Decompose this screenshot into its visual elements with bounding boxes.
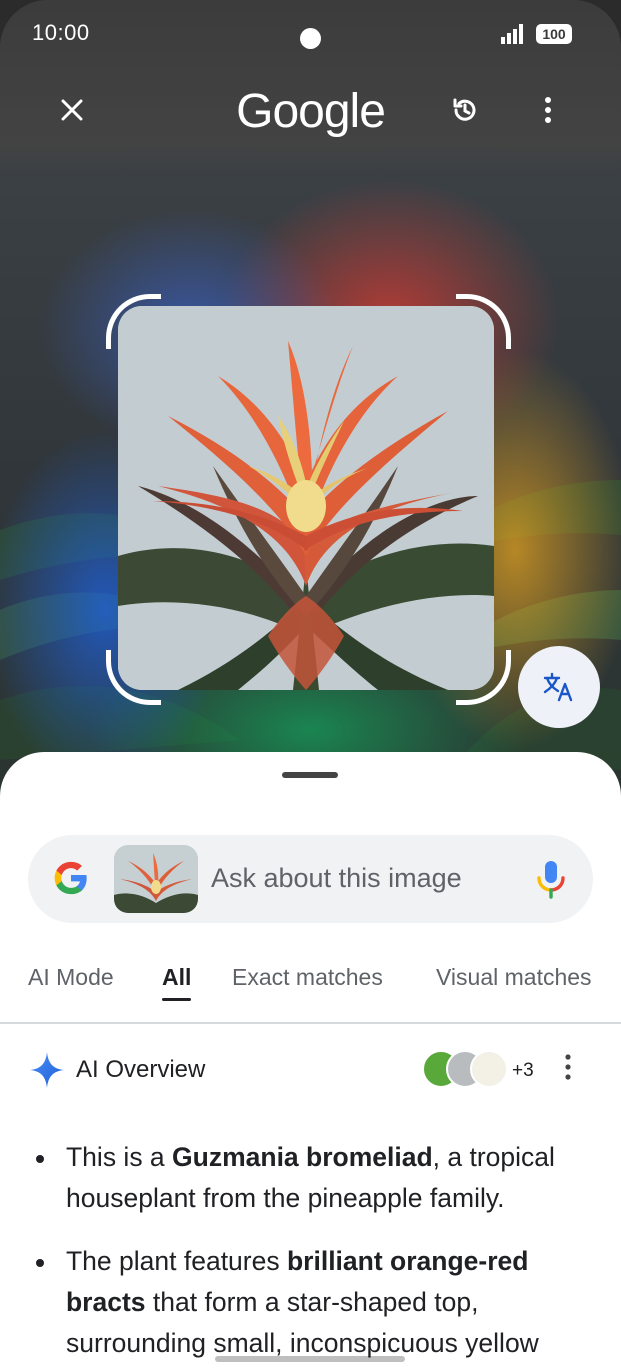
bromeliad-thumbnail-image [114, 845, 198, 913]
translate-icon [543, 672, 573, 702]
ai-overview-title: AI Overview [76, 1056, 206, 1083]
status-bar: 10:00 100 [0, 0, 621, 70]
phone-screen: 10:00 100 Google Ask about this image AI… [0, 0, 621, 1368]
active-tab-indicator [162, 998, 191, 1001]
google-logo: Google [236, 85, 386, 138]
sources-count[interactable]: +3 [512, 1060, 534, 1082]
tab-ai-mode[interactable]: AI Mode [28, 964, 114, 991]
list-item: The plant features brilliant orange-red … [30, 1241, 600, 1364]
signal-icon [501, 24, 523, 44]
status-time: 10:00 [32, 20, 90, 45]
list-item: This is a Guzmania bromeliad, a tropical… [30, 1137, 600, 1219]
front-camera [300, 28, 321, 49]
close-button[interactable] [48, 86, 96, 134]
translate-button[interactable] [518, 646, 600, 728]
history-button[interactable] [441, 86, 489, 134]
close-icon [61, 99, 83, 121]
google-g-icon [54, 861, 87, 895]
mic-icon[interactable] [536, 859, 566, 899]
search-placeholder: Ask about this image [211, 863, 462, 893]
ai-sparkle-icon [30, 1052, 64, 1088]
search-input[interactable]: Ask about this image [28, 835, 593, 923]
tab-exact-matches[interactable]: Exact matches [232, 964, 383, 991]
overview-bullet-list: This is a Guzmania bromeliad, a tropical… [30, 1137, 600, 1368]
more-options-button[interactable] [524, 86, 572, 134]
tab-visual-matches[interactable]: Visual matches [436, 964, 592, 991]
sheet-drag-handle[interactable] [282, 772, 338, 778]
lens-top-bar: Google [0, 80, 621, 144]
tab-all[interactable]: All [162, 964, 191, 991]
source-favicon-3 [470, 1050, 508, 1088]
battery-indicator: 100 [536, 24, 572, 44]
ai-overview-header: AI Overview +3 [0, 1042, 621, 1102]
bromeliad-image [118, 306, 494, 690]
result-tabs: AI Mode All Exact matches Visual matches [0, 952, 621, 1024]
home-indicator[interactable] [215, 1356, 405, 1362]
selected-image-thumbnail[interactable] [114, 845, 198, 913]
selected-image-region[interactable] [118, 306, 494, 690]
history-icon [453, 98, 476, 121]
more-vert-icon[interactable] [564, 1054, 572, 1080]
results-sheet: Ask about this image AI Mode All Exact m… [0, 752, 621, 1368]
more-vert-icon [545, 97, 551, 123]
overview-sources[interactable] [422, 1050, 512, 1088]
